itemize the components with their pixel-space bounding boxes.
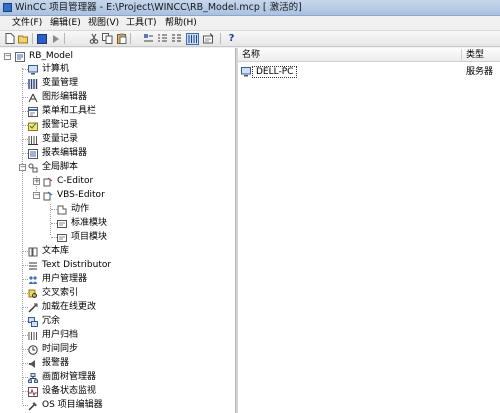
tree-item-c-editor[interactable]: C-Editor [43, 175, 93, 188]
graphics-designer-icon [28, 93, 38, 103]
user-archive-icon [28, 331, 38, 341]
run-icon[interactable] [50, 33, 61, 44]
vbs-editor-icon [43, 191, 53, 201]
tree-item-picture-tree[interactable]: 画面树管理器 [28, 371, 96, 384]
tree-item-lifebeat-monitoring[interactable]: 设备状态监视 [28, 385, 96, 398]
root-expander[interactable]: − [4, 53, 11, 60]
tree-item-tag-logging[interactable]: 变量记录 [28, 133, 78, 146]
c-editor-expander[interactable]: + [33, 178, 40, 185]
title-bar: WinCC 项目管理器 - E:\Project\WINCC\RB_Model.… [0, 0, 500, 16]
tree-item-report-designer[interactable]: 报表编辑器 [28, 147, 87, 160]
vbs-editor-expander[interactable]: − [33, 192, 40, 199]
report-designer-icon [28, 148, 38, 159]
computer-name: DELL-PC [252, 66, 298, 78]
c-editor-icon [43, 177, 53, 187]
list-header: 名称 类型 [238, 48, 500, 62]
window-title: WinCC 项目管理器 - E:\Project\WINCC\RB_Model.… [15, 2, 302, 13]
activate-icon[interactable] [36, 33, 47, 44]
tree-label: RB_Model [29, 51, 73, 61]
details-list: 名称 类型 DELL-PC 服务器 [238, 48, 500, 413]
global-script-icon [28, 163, 38, 173]
tree-item-text-library[interactable]: 文本库 [28, 245, 69, 258]
action-icon [57, 205, 67, 215]
lifebeat-monitoring-icon [28, 386, 38, 397]
computer-icon [241, 67, 251, 77]
tree-item-menus-toolbars[interactable]: 菜单和工具栏 [28, 105, 96, 118]
cross-reference-icon [28, 289, 38, 299]
redundancy-icon [28, 316, 38, 327]
list-item[interactable]: DELL-PC 服务器 [238, 66, 500, 80]
tree-item-horn[interactable]: 报警器 [28, 357, 69, 370]
global-script-expander[interactable]: − [19, 164, 26, 171]
large-icons-icon[interactable] [143, 33, 154, 44]
user-administrator-icon [28, 275, 38, 285]
cut-icon[interactable] [88, 33, 99, 44]
tree-item-os-project-editor[interactable]: OS 项目编辑器 [28, 399, 103, 412]
os-project-editor-icon [28, 401, 38, 411]
menu-tools[interactable]: 工具(T) [124, 16, 159, 30]
load-online-changes-icon [28, 303, 38, 313]
project-tree: − RB_Model 计算机 变量管理 图形编辑器 菜单和工具栏 报警记录 变量… [0, 48, 236, 413]
paste-icon[interactable] [116, 33, 127, 44]
tree-item-project-module[interactable]: 项目模块 [57, 231, 107, 244]
small-icons-icon[interactable] [157, 33, 168, 44]
column-divider[interactable] [461, 49, 462, 61]
tree-item-load-online-changes[interactable]: 加载在线更改 [28, 301, 96, 314]
help-icon[interactable]: ? [226, 33, 237, 44]
toolbar: ? [0, 31, 500, 47]
alarm-logging-icon [28, 121, 38, 131]
project-module-icon [57, 233, 67, 243]
tree-item-text-distributor[interactable]: Text Distributor [28, 259, 111, 272]
tree-item-alarm-logging[interactable]: 报警记录 [28, 119, 78, 132]
tree-item-actions[interactable]: 动作 [57, 203, 89, 216]
tree-item-user-archive[interactable]: 用户归档 [28, 329, 78, 342]
menu-bar: 文件(F) 编辑(E) 视图(V) 工具(T) 帮助(H) [0, 16, 500, 31]
tree-item-redundancy[interactable]: 冗余 [28, 315, 60, 328]
tree-item-tag-management[interactable]: 变量管理 [28, 77, 78, 90]
time-sync-icon [28, 344, 38, 355]
tree-item-vbs-editor[interactable]: VBS-Editor [43, 189, 105, 202]
column-header-name[interactable]: 名称 [242, 49, 260, 61]
wincc-app-icon [3, 3, 12, 12]
computer-icon [28, 64, 38, 75]
column-header-type[interactable]: 类型 [466, 49, 484, 61]
tag-management-icon [28, 78, 38, 89]
menu-file[interactable]: 文件(F) [10, 16, 44, 30]
horn-icon [28, 359, 38, 369]
menu-edit[interactable]: 编辑(E) [48, 16, 83, 30]
open-icon[interactable] [18, 33, 29, 44]
menu-help[interactable]: 帮助(H) [163, 16, 199, 30]
list-icon[interactable] [171, 33, 182, 44]
tree-item-global-script[interactable]: 全局脚本 [28, 161, 78, 174]
tree-item-standard-module[interactable]: 标准模块 [57, 217, 107, 230]
standard-module-icon [57, 219, 67, 229]
menu-view[interactable]: 视图(V) [86, 16, 121, 30]
menus-toolbars-icon [28, 106, 38, 117]
tree-item-time-sync[interactable]: 时间同步 [28, 343, 78, 356]
new-icon[interactable] [4, 33, 15, 44]
tree-item-cross-reference[interactable]: 交叉索引 [28, 287, 78, 300]
text-library-icon [28, 247, 38, 257]
tree-root[interactable]: RB_Model [15, 50, 73, 63]
details-icon[interactable] [186, 33, 199, 45]
picture-tree-icon [28, 372, 38, 383]
tree-item-user-administrator[interactable]: 用户管理器 [28, 273, 87, 286]
copy-icon[interactable] [102, 33, 113, 44]
tree-item-graphics-designer[interactable]: 图形编辑器 [28, 91, 87, 104]
tag-logging-icon [28, 135, 38, 145]
project-root-icon [15, 51, 25, 62]
text-distributor-icon [28, 261, 38, 271]
properties-icon[interactable] [203, 33, 214, 44]
tree-item-computer[interactable]: 计算机 [28, 63, 69, 76]
computer-type: 服务器 [466, 67, 494, 77]
